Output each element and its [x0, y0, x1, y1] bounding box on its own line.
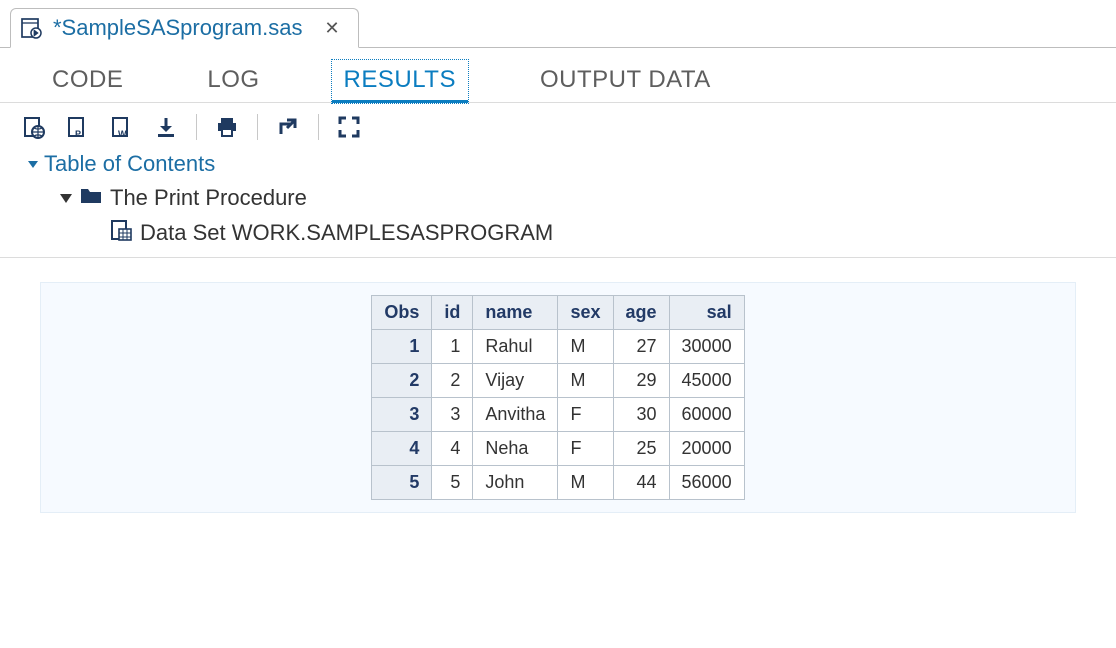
toc-leaf-label: Data Set WORK.SAMPLESASPROGRAM — [140, 220, 553, 246]
folder-icon — [80, 185, 102, 211]
separator — [257, 114, 258, 140]
cell-age: 44 — [613, 466, 669, 500]
th-sal: sal — [669, 296, 744, 330]
sas-program-icon — [21, 17, 43, 39]
file-tab-title: *SampleSASprogram.sas — [53, 15, 302, 41]
table-row: 55JohnM4456000 — [372, 466, 744, 500]
cell-sex: M — [558, 364, 613, 398]
cell-name: Vijay — [473, 364, 558, 398]
svg-text:W: W — [118, 129, 127, 139]
th-id: id — [432, 296, 473, 330]
cell-obs: 5 — [372, 466, 432, 500]
separator — [196, 114, 197, 140]
cell-sex: M — [558, 466, 613, 500]
cell-id: 3 — [432, 398, 473, 432]
cell-sal: 60000 — [669, 398, 744, 432]
export-pdf-icon[interactable]: P — [64, 113, 92, 141]
cell-obs: 1 — [372, 330, 432, 364]
toc-root-label: The Print Procedure — [110, 185, 307, 211]
dataset-icon — [110, 219, 132, 247]
results-toolbar: P W — [0, 103, 1116, 147]
table-row: 11RahulM2730000 — [372, 330, 744, 364]
open-new-window-icon[interactable] — [274, 113, 302, 141]
cell-obs: 3 — [372, 398, 432, 432]
results-output-area: Obs id name sex age sal 11RahulM27300002… — [40, 282, 1076, 513]
svg-text:P: P — [75, 129, 81, 139]
data-table: Obs id name sex age sal 11RahulM27300002… — [371, 295, 744, 500]
cell-sal: 30000 — [669, 330, 744, 364]
cell-age: 27 — [613, 330, 669, 364]
tab-output-data[interactable]: OUTPUT DATA — [528, 60, 723, 100]
table-row: 22VijayM2945000 — [372, 364, 744, 398]
toc-title: Table of Contents — [44, 151, 215, 177]
cell-age: 25 — [613, 432, 669, 466]
cell-sex: F — [558, 432, 613, 466]
table-header-row: Obs id name sex age sal — [372, 296, 744, 330]
cell-name: John — [473, 466, 558, 500]
export-html-icon[interactable] — [20, 113, 48, 141]
th-sex: sex — [558, 296, 613, 330]
close-icon[interactable]: ✕ — [324, 18, 339, 39]
tab-results[interactable]: RESULTS — [332, 60, 468, 103]
cell-sex: F — [558, 398, 613, 432]
cell-name: Anvitha — [473, 398, 558, 432]
th-name: name — [473, 296, 558, 330]
file-tab[interactable]: *SampleSASprogram.sas ✕ — [10, 8, 359, 48]
table-row: 44NehaF2520000 — [372, 432, 744, 466]
cell-sal: 20000 — [669, 432, 744, 466]
toc-title-row[interactable]: Table of Contents — [28, 151, 1096, 177]
filetab-strip: *SampleSASprogram.sas ✕ — [0, 0, 1116, 48]
fullscreen-icon[interactable] — [335, 113, 363, 141]
th-obs: Obs — [372, 296, 432, 330]
th-age: age — [613, 296, 669, 330]
cell-age: 30 — [613, 398, 669, 432]
cell-sal: 56000 — [669, 466, 744, 500]
cell-obs: 4 — [372, 432, 432, 466]
view-tabs: CODE LOG RESULTS OUTPUT DATA — [0, 48, 1116, 103]
toc-node-root[interactable]: The Print Procedure — [28, 185, 1096, 211]
export-rtf-icon[interactable]: W — [108, 113, 136, 141]
cell-id: 2 — [432, 364, 473, 398]
cell-id: 5 — [432, 466, 473, 500]
cell-sex: M — [558, 330, 613, 364]
toc-panel: Table of Contents The Print Procedure Da… — [0, 147, 1116, 258]
cell-obs: 2 — [372, 364, 432, 398]
cell-sal: 45000 — [669, 364, 744, 398]
cell-age: 29 — [613, 364, 669, 398]
table-row: 33AnvithaF3060000 — [372, 398, 744, 432]
separator — [318, 114, 319, 140]
tab-code[interactable]: CODE — [40, 60, 135, 100]
cell-name: Rahul — [473, 330, 558, 364]
cell-id: 1 — [432, 330, 473, 364]
toc-node-leaf[interactable]: Data Set WORK.SAMPLESASPROGRAM — [28, 219, 1096, 247]
print-icon[interactable] — [213, 113, 241, 141]
cell-name: Neha — [473, 432, 558, 466]
caret-down-icon — [28, 161, 38, 168]
collapse-icon — [60, 194, 72, 203]
tab-log[interactable]: LOG — [195, 60, 271, 100]
cell-id: 4 — [432, 432, 473, 466]
download-icon[interactable] — [152, 113, 180, 141]
